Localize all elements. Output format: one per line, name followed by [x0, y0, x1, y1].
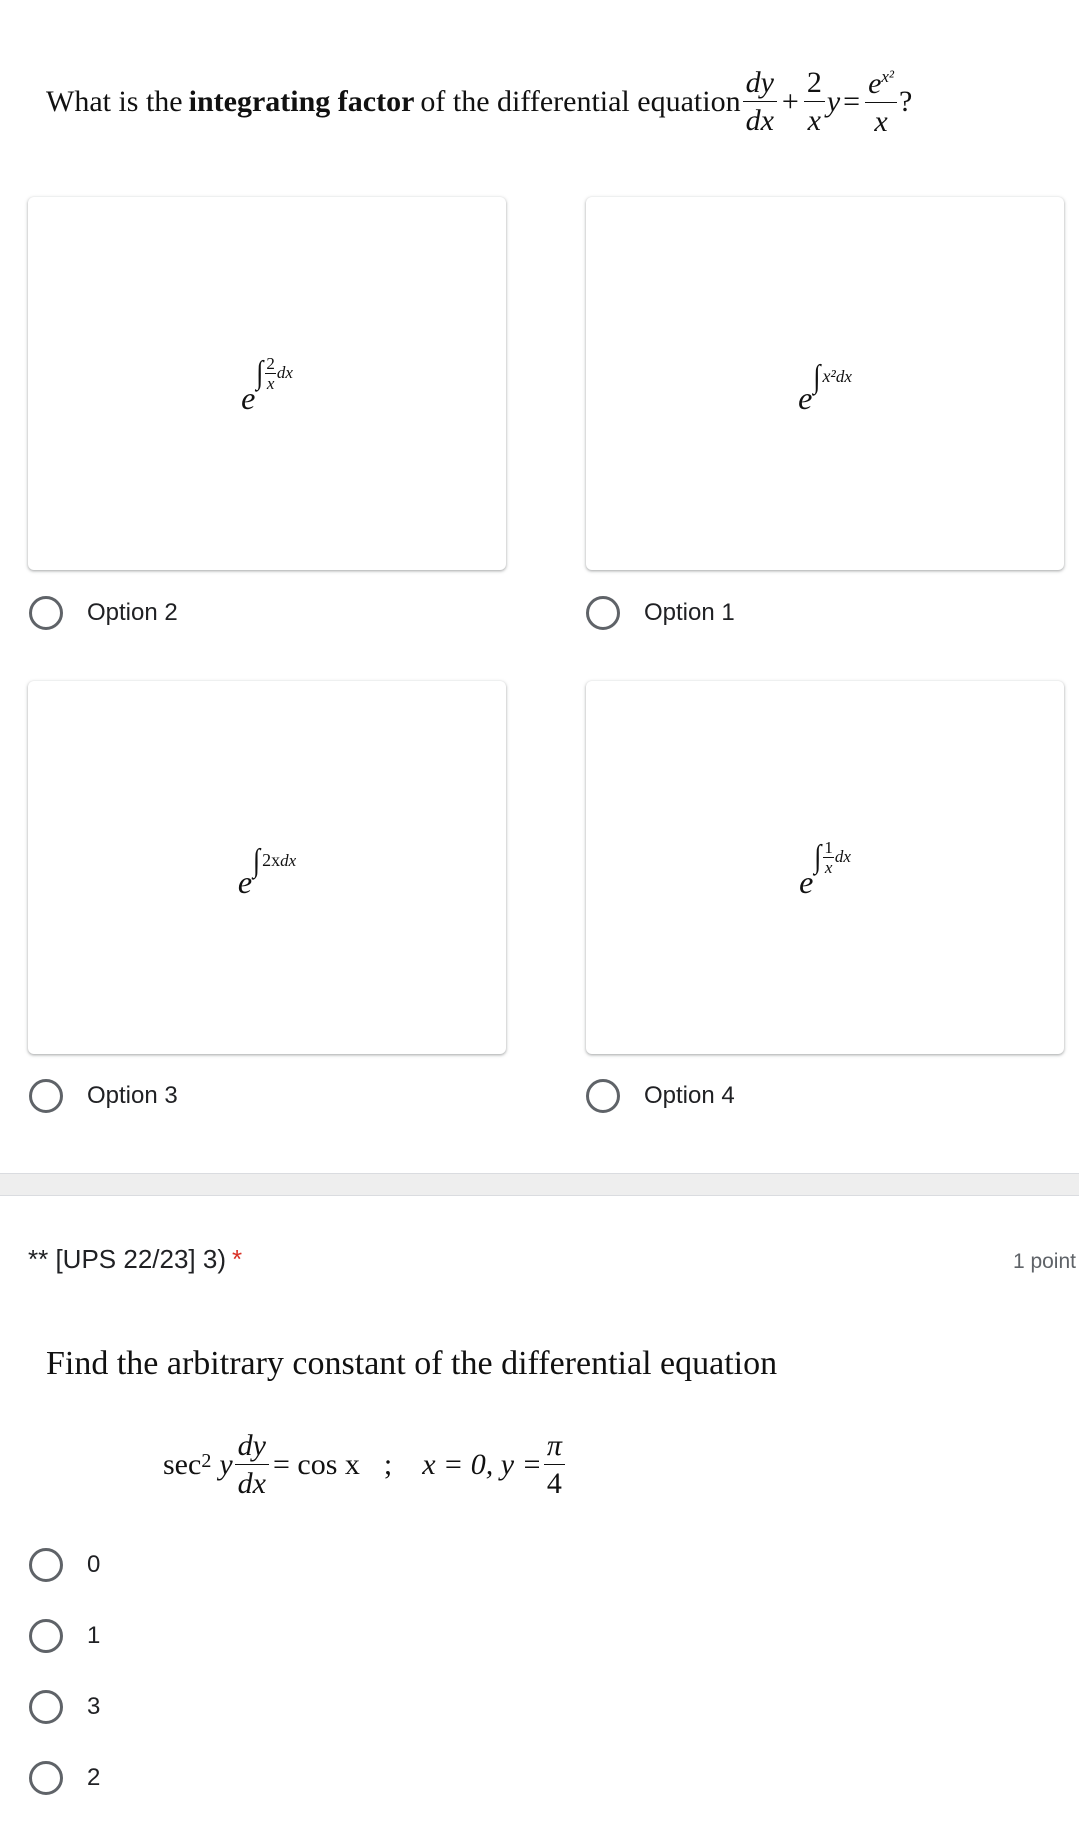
- question-number: ** [UPS 22/23] 3): [28, 1244, 226, 1274]
- answer-row-2[interactable]: 2: [29, 1758, 100, 1798]
- rhs-fraction: ex² x: [865, 68, 898, 137]
- pi-over-4-fraction: π 4: [543, 1431, 565, 1499]
- title-bold: integrating factor: [188, 85, 415, 118]
- dy-dx-fraction: dy dx: [742, 68, 777, 136]
- y-variable: y: [826, 85, 841, 118]
- question-2-prompt: Find the arbitrary constant of the diffe…: [46, 1345, 778, 1382]
- option-label: 1: [87, 1622, 101, 1649]
- radio-answer-1[interactable]: [29, 1619, 63, 1653]
- option-row-4[interactable]: Option 4: [586, 1076, 735, 1116]
- plus-sign: +: [781, 85, 799, 118]
- question-mark: ?: [899, 85, 913, 118]
- title-prefix: What is the: [46, 85, 183, 118]
- radio-option-1[interactable]: [586, 596, 620, 630]
- option-row-3[interactable]: Option 3: [29, 1076, 178, 1116]
- answer-row-1[interactable]: 1: [29, 1616, 100, 1656]
- question-2-header: ** [UPS 22/23] 3) *: [28, 1244, 242, 1275]
- option-label: Option 2: [87, 599, 178, 626]
- option-row-1[interactable]: Option 1: [586, 593, 735, 633]
- option-label: 2: [87, 1764, 101, 1791]
- option-image-card-3[interactable]: e ∫ 2x dx: [28, 681, 506, 1054]
- option-image-card-1[interactable]: e ∫ x² dx: [586, 197, 1064, 570]
- equals-sign: =: [843, 85, 861, 118]
- option-label: Option 1: [644, 599, 735, 626]
- option-row-2[interactable]: Option 2: [29, 593, 178, 633]
- option-2-math: e ∫ 2x dx: [241, 353, 293, 416]
- radio-answer-0[interactable]: [29, 1548, 63, 1582]
- radio-answer-3[interactable]: [29, 1690, 63, 1724]
- required-asterisk: *: [232, 1244, 243, 1274]
- title-suffix: of the differential equation: [420, 85, 741, 118]
- option-1-math: e ∫ x² dx: [798, 357, 852, 416]
- radio-option-4[interactable]: [586, 1079, 620, 1113]
- option-label: Option 4: [644, 1082, 735, 1109]
- option-3-math: e ∫ 2x dx: [237, 841, 297, 900]
- question-2-equation: sec 2 y dy dx = cos x ; x = 0, y = π 4: [163, 1420, 567, 1510]
- radio-answer-2[interactable]: [29, 1761, 63, 1795]
- dy-dx-fraction: dy dx: [234, 1431, 269, 1499]
- option-image-card-2[interactable]: e ∫ 2x dx: [28, 197, 506, 570]
- answer-row-3[interactable]: 3: [29, 1687, 100, 1727]
- radio-option-3[interactable]: [29, 1079, 63, 1113]
- option-label: Option 3: [87, 1082, 178, 1109]
- radio-option-2[interactable]: [29, 596, 63, 630]
- section-divider: [0, 1173, 1079, 1196]
- option-label: 3: [87, 1693, 101, 1720]
- two-over-x-fraction: 2 x: [803, 68, 825, 136]
- option-4-math: e ∫ 1x dx: [799, 837, 851, 900]
- points-label: 1 point: [1012, 1250, 1076, 1273]
- question-1-title: What is the integrating factor of the di…: [46, 52, 1046, 152]
- option-image-card-4[interactable]: e ∫ 1x dx: [586, 681, 1064, 1054]
- option-label: 0: [87, 1551, 101, 1578]
- answer-row-0[interactable]: 0: [29, 1545, 100, 1585]
